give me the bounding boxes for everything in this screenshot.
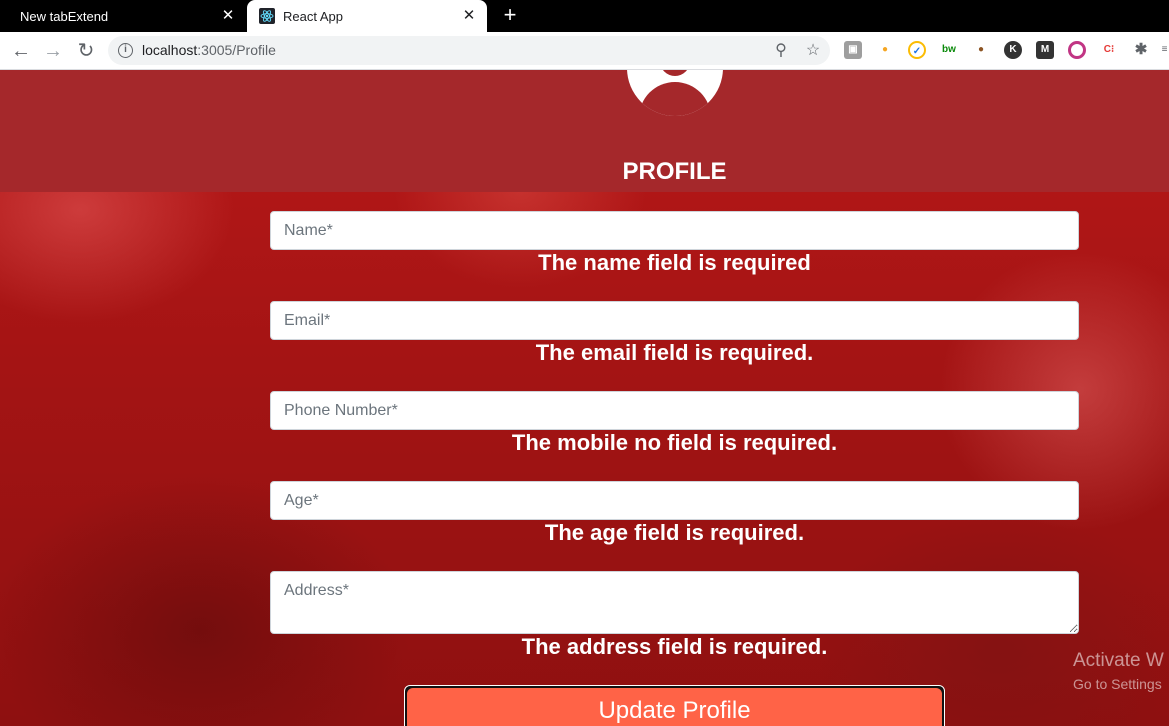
activation-watermark-title: Activate W [1073, 650, 1164, 671]
extension-c-icon[interactable]: C⁝ [1100, 41, 1118, 59]
tab-react-app[interactable]: React App ✕ [247, 0, 487, 32]
url-text: localhost:3005/Profile [142, 42, 276, 58]
phone-error: The mobile no field is required. [511, 430, 838, 455]
back-arrow-icon[interactable]: ← [7, 37, 35, 65]
extension-k-icon[interactable]: K [1004, 41, 1022, 59]
close-icon[interactable]: ✕ [461, 8, 477, 24]
name-error: The name field is required [538, 250, 811, 275]
react-logo-icon [259, 8, 275, 24]
address-bar[interactable]: i localhost:3005/Profile ⚲ ☆ [108, 36, 830, 65]
extension-cookie-icon[interactable]: ● [972, 41, 990, 59]
puzzle-icon[interactable]: ✱ [1132, 41, 1150, 59]
profile-header: PROFILE [0, 70, 1169, 192]
name-input[interactable] [270, 211, 1079, 250]
forward-arrow-icon[interactable]: → [39, 37, 67, 65]
extension-check-icon[interactable]: ✓ [908, 41, 926, 59]
update-profile-button-wrapper: Update Profile [404, 685, 945, 726]
tab-new-tab[interactable]: New tabExtend ✕ [0, 0, 246, 32]
age-input[interactable] [270, 481, 1079, 520]
extension-bw-icon[interactable]: bw [940, 41, 958, 59]
age-error: The age field is required. [544, 520, 805, 545]
extension-color-icon[interactable] [1068, 41, 1086, 59]
update-profile-button[interactable]: Update Profile [407, 688, 942, 726]
address-error: The address field is required. [521, 634, 828, 659]
plus-icon[interactable]: + [498, 4, 522, 28]
tab-strip: New tabExtend ✕ React App ✕ + [0, 0, 1169, 32]
reload-icon[interactable]: ↻ [72, 37, 100, 65]
address-input[interactable] [270, 571, 1079, 634]
profile-page: PROFILE The name field is required The e… [0, 70, 1169, 726]
email-error: The email field is required. [535, 340, 814, 365]
activation-watermark-subtitle: Go to Settings [1073, 676, 1162, 692]
tab-title: React App [283, 8, 343, 24]
info-icon[interactable]: i [118, 43, 133, 58]
page-title: PROFILE [622, 158, 727, 185]
browser-toolbar: ← → ↻ i localhost:3005/Profile ⚲ ☆ ▣ ● ✓… [0, 32, 1169, 70]
phone-input[interactable] [270, 391, 1079, 430]
extension-m-icon[interactable]: M [1036, 41, 1054, 59]
email-input[interactable] [270, 301, 1079, 340]
user-icon [627, 70, 723, 116]
extension-profile-icon[interactable]: ▣ [844, 41, 862, 59]
star-icon[interactable]: ☆ [802, 40, 824, 62]
zoom-icon[interactable]: ⚲ [770, 40, 792, 62]
close-icon[interactable]: ✕ [220, 8, 236, 24]
menu-icon[interactable]: ≡ [1160, 41, 1169, 59]
extension-user-check-icon[interactable]: ● [876, 41, 894, 59]
tab-title: New tabExtend [20, 8, 109, 24]
